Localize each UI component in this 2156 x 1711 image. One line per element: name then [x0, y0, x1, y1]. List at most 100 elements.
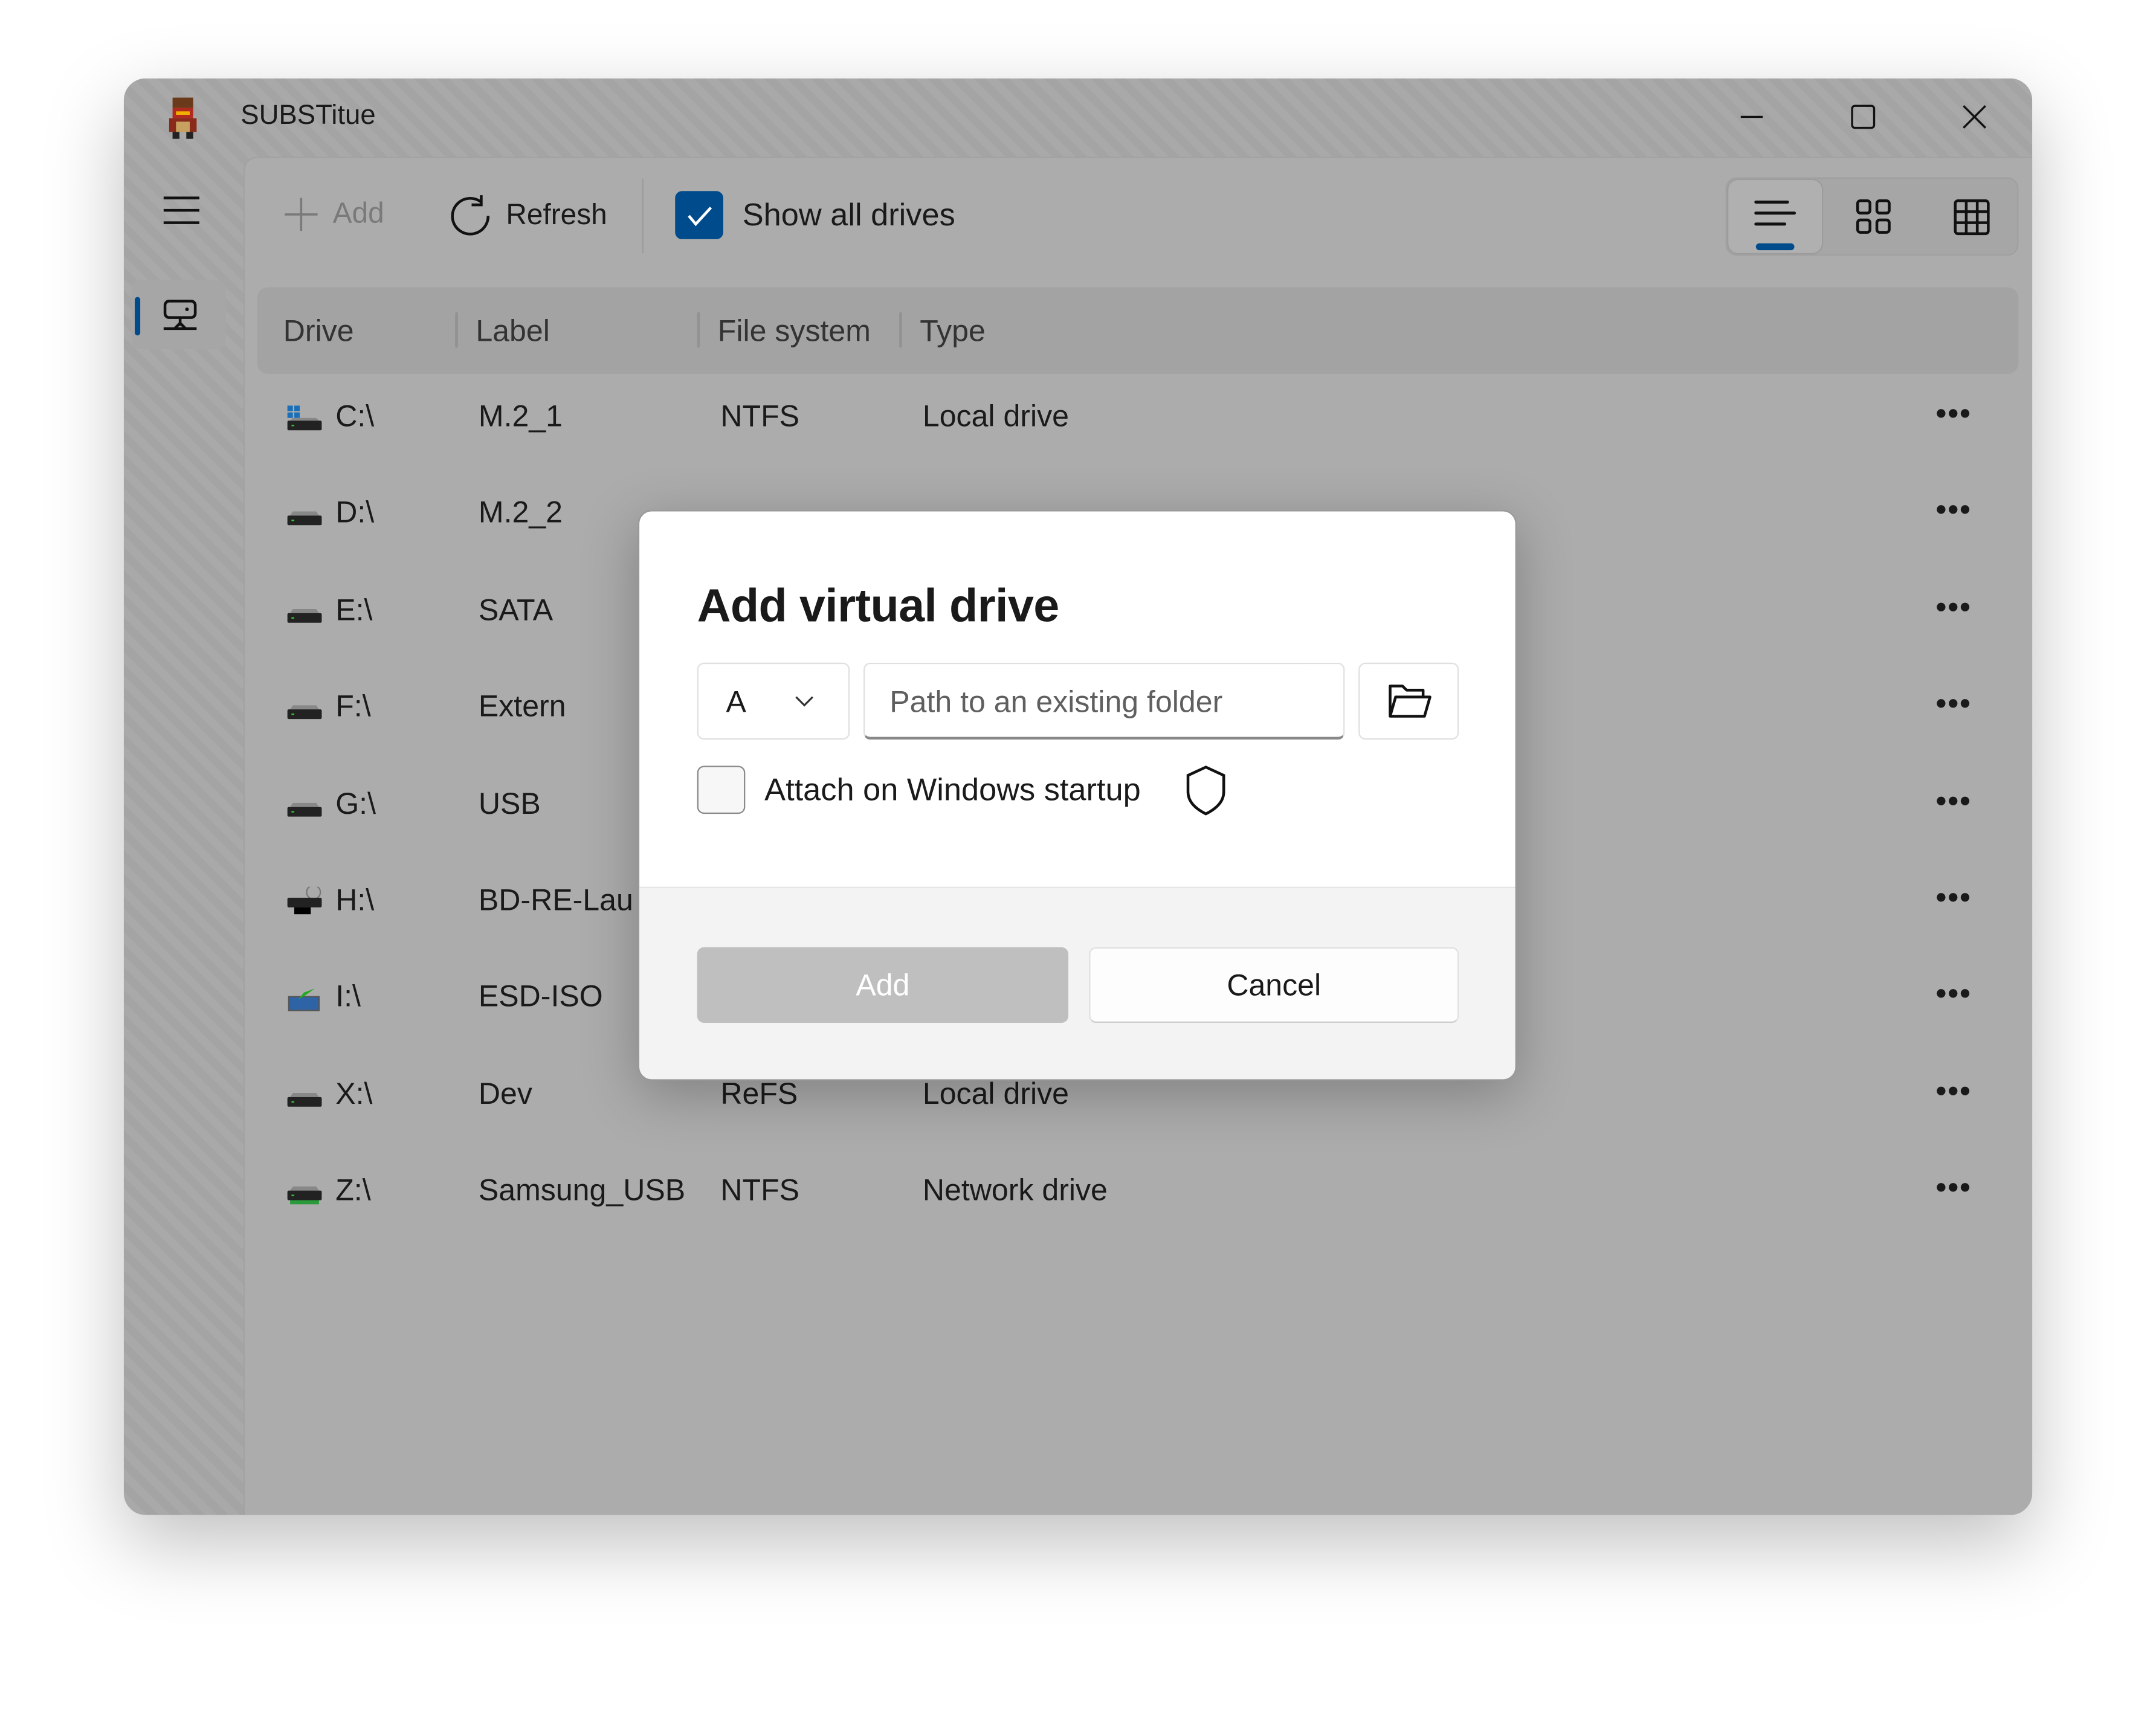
- hard-drive-icon: [287, 696, 322, 720]
- drive-letter-value: A: [726, 685, 746, 720]
- drive-type: Network drive: [922, 1173, 1108, 1208]
- app-logo-icon: [169, 97, 197, 139]
- column-header-label[interactable]: Label: [476, 314, 550, 349]
- dialog-add-button[interactable]: Add: [697, 947, 1069, 1023]
- checkmark-icon: [687, 205, 711, 226]
- add-button[interactable]: Add: [283, 196, 384, 232]
- hard-drive-icon: [287, 502, 322, 526]
- table-row[interactable]: Z:\ Samsung_USB NTFS Network drive •••: [245, 1142, 2032, 1239]
- hard-drive-icon: [287, 1083, 322, 1107]
- drive-letter: H:\: [335, 882, 375, 917]
- plus-icon: [285, 198, 318, 231]
- drive-letter: X:\: [335, 1076, 373, 1111]
- close-icon: [1963, 105, 1987, 129]
- add-label: Add: [332, 198, 384, 230]
- drive-letter: F:\: [335, 689, 371, 724]
- drive-label: SATA: [478, 592, 554, 627]
- more-options-button[interactable]: •••: [1936, 590, 1972, 625]
- hard-drive-icon: [287, 599, 322, 623]
- view-list-button[interactable]: [1727, 178, 1824, 254]
- column-header-file-system[interactable]: File system: [718, 314, 871, 349]
- refresh-button[interactable]: Refresh: [451, 194, 607, 238]
- view-grid-button[interactable]: [1923, 179, 2019, 254]
- close-button[interactable]: [1947, 95, 2002, 139]
- shield-icon: [1186, 765, 1225, 816]
- column-resizer[interactable]: [697, 312, 700, 348]
- drive-letter: I:\: [335, 979, 361, 1014]
- drive-letter: E:\: [335, 592, 373, 627]
- toolbar-divider: [642, 178, 644, 253]
- drive-type: Local drive: [922, 1076, 1069, 1111]
- add-virtual-drive-dialog: Add virtual drive A Path to an existing …: [637, 510, 1517, 1081]
- more-options-button[interactable]: •••: [1936, 686, 1972, 722]
- window-title: SUBSTitue: [240, 100, 376, 131]
- more-options-button[interactable]: •••: [1936, 1170, 1972, 1206]
- drive-label: Dev: [478, 1076, 532, 1111]
- minimize-icon: [1740, 115, 1763, 118]
- iso-drive-icon: [288, 986, 322, 1012]
- nav-sidebar: [124, 156, 244, 1515]
- path-placeholder: Path to an existing folder: [889, 685, 1223, 720]
- drive-letter: C:\: [335, 398, 375, 433]
- drive-letter: D:\: [335, 495, 375, 530]
- column-resizer[interactable]: [899, 312, 902, 348]
- hard-drive-icon: [287, 793, 322, 816]
- drive-label: Extern: [478, 689, 566, 724]
- drive-letter-dropdown[interactable]: A: [697, 662, 850, 740]
- drive-type: Local drive: [922, 398, 1069, 433]
- hamburger-icon: [163, 196, 199, 224]
- more-options-button[interactable]: •••: [1936, 396, 1972, 431]
- drive-label: ESD-ISO: [478, 979, 603, 1014]
- maximize-button[interactable]: [1836, 95, 1891, 139]
- more-options-button[interactable]: •••: [1936, 976, 1972, 1012]
- maximize-icon: [1851, 105, 1876, 129]
- drive-label: M.2_1: [478, 398, 563, 433]
- minimize-button[interactable]: [1724, 95, 1779, 139]
- chevron-down-icon: [795, 696, 813, 707]
- column-header-type[interactable]: Type: [920, 314, 986, 349]
- more-options-button[interactable]: •••: [1936, 493, 1972, 529]
- drive-label: BD-RE-Lau: [478, 882, 633, 917]
- selection-indicator: [134, 297, 141, 336]
- sidebar-item-drives[interactable]: [132, 280, 226, 349]
- file-system: NTFS: [720, 398, 800, 433]
- view-mode-selector: [1725, 177, 2019, 256]
- table-header: Drive Label File system Type: [257, 287, 2019, 374]
- grid-view-icon: [1954, 198, 1990, 234]
- drive-label: M.2_2: [478, 495, 563, 530]
- list-view-icon: [1754, 199, 1796, 225]
- system-drive-icon: [287, 405, 322, 431]
- view-tiles-button[interactable]: [1826, 179, 1922, 254]
- network-drive-nav-icon: [163, 300, 197, 330]
- show-all-drives-label: Show all drives: [742, 196, 955, 233]
- refresh-icon: [451, 195, 490, 236]
- network-drive-icon: [287, 1180, 322, 1205]
- refresh-label: Refresh: [506, 199, 607, 231]
- dialog-footer: Add Cancel: [639, 886, 1515, 1080]
- drive-letter: G:\: [335, 785, 376, 820]
- drive-letter: Z:\: [335, 1173, 371, 1208]
- folder-open-icon: [1388, 685, 1431, 718]
- more-options-button[interactable]: •••: [1936, 1074, 1972, 1109]
- drive-label: USB: [478, 785, 541, 820]
- folder-path-input[interactable]: Path to an existing folder: [863, 662, 1345, 740]
- startup-checkbox[interactable]: [697, 765, 746, 814]
- startup-label: Attach on Windows startup: [764, 771, 1141, 807]
- file-system: NTFS: [720, 1173, 800, 1208]
- bd-drive-icon: [287, 884, 322, 915]
- column-resizer[interactable]: [455, 312, 458, 348]
- browse-folder-button[interactable]: [1358, 662, 1459, 740]
- table-row[interactable]: C:\ M.2_1 NTFS Local drive •••: [245, 369, 2032, 465]
- show-all-drives-checkbox[interactable]: Show all drives: [675, 191, 955, 239]
- checkbox-checked[interactable]: [675, 191, 723, 239]
- file-system: ReFS: [720, 1076, 798, 1111]
- more-options-button[interactable]: •••: [1936, 880, 1972, 915]
- more-options-button[interactable]: •••: [1936, 783, 1972, 819]
- drive-label: Samsung_USB: [478, 1173, 686, 1208]
- tiles-view-icon: [1856, 198, 1891, 233]
- column-header-drive[interactable]: Drive: [283, 314, 354, 349]
- hamburger-menu-button[interactable]: [163, 195, 201, 232]
- dialog-title: Add virtual drive: [697, 580, 1060, 633]
- active-view-indicator: [1755, 243, 1795, 251]
- dialog-cancel-button[interactable]: Cancel: [1089, 947, 1459, 1023]
